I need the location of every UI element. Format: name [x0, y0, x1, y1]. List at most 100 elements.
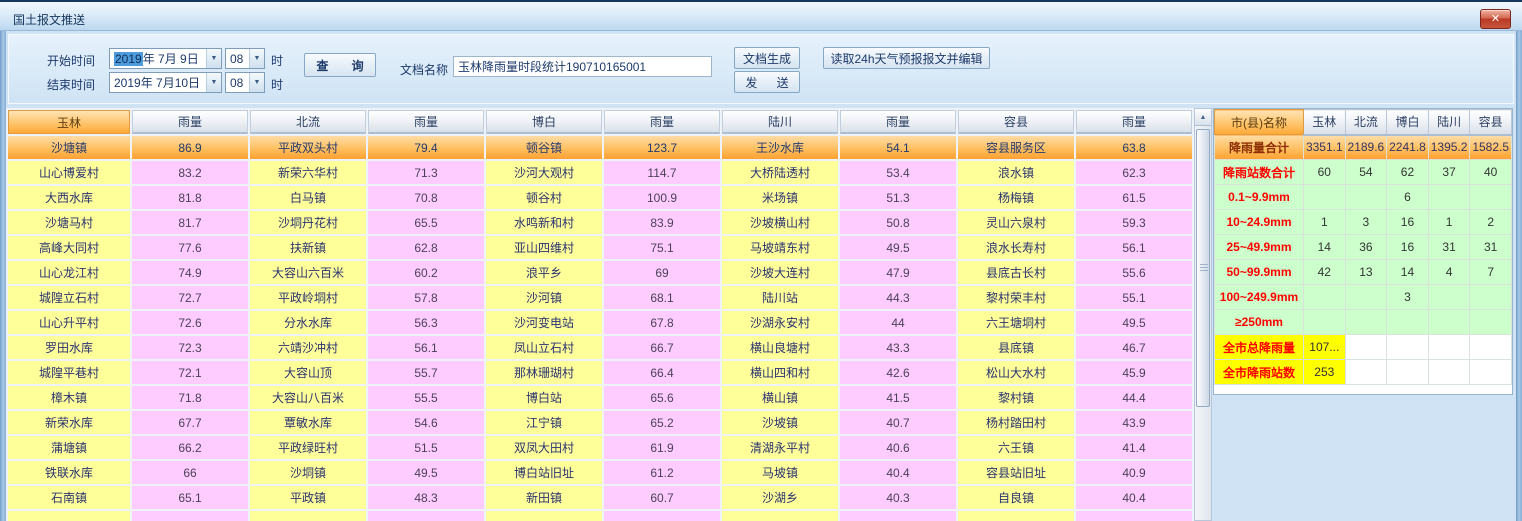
rain-value-cell[interactable] [840, 511, 956, 521]
station-name-cell[interactable] [250, 511, 366, 521]
rain-value-cell[interactable]: 55.1 [1076, 286, 1192, 309]
station-name-cell[interactable]: 沙塘镇 [8, 136, 130, 159]
rain-value-cell[interactable]: 72.6 [132, 311, 248, 334]
station-name-cell[interactable]: 马坡镇 [722, 461, 838, 484]
station-name-cell[interactable]: 覃敏水库 [250, 411, 366, 434]
table-row[interactable]: 山心博爱村83.2新荣六华村71.3沙河大观村114.7大桥陆透村53.4浪水镇… [8, 161, 1192, 184]
rain-value-cell[interactable]: 54.6 [368, 411, 484, 434]
rain-value-cell[interactable]: 71.8 [132, 386, 248, 409]
rain-value-cell[interactable]: 62.8 [368, 236, 484, 259]
summary-row[interactable]: 降雨站数合计6054623740 [1215, 160, 1512, 185]
station-name-cell[interactable]: 沙河大观村 [486, 161, 602, 184]
station-name-cell[interactable]: 山心升平村 [8, 311, 130, 334]
station-name-cell[interactable]: 亚山四维村 [486, 236, 602, 259]
table-row[interactable]: 城隍平巷村72.1大容山顶55.7那林珊瑚村66.4横山四和村42.6松山大水村… [8, 361, 1192, 384]
station-name-cell[interactable]: 樟木镇 [8, 386, 130, 409]
column-header-rain[interactable]: 雨量 [604, 110, 720, 134]
station-name-cell[interactable]: 铁联水库 [8, 461, 130, 484]
rain-value-cell[interactable] [1076, 511, 1192, 521]
column-header-rain[interactable]: 雨量 [1076, 110, 1192, 134]
station-name-cell[interactable]: 沙湖乡 [722, 486, 838, 509]
rain-value-cell[interactable]: 57.8 [368, 286, 484, 309]
summary-row[interactable]: 0.1~9.9mm6 [1215, 185, 1512, 210]
rain-value-cell[interactable] [368, 511, 484, 521]
scrollbar-thumb[interactable] [1196, 129, 1210, 407]
read-forecast-button[interactable]: 读取24h天气预报报文并编辑 [823, 47, 990, 69]
rain-value-cell[interactable]: 65.5 [368, 211, 484, 234]
station-name-cell[interactable]: 浪平乡 [486, 261, 602, 284]
rain-value-cell[interactable]: 66.7 [604, 336, 720, 359]
rain-value-cell[interactable]: 79.4 [368, 136, 484, 159]
station-name-cell[interactable]: 容县站旧址 [958, 461, 1074, 484]
summary-header-city[interactable]: 玉林 [1304, 110, 1346, 135]
station-name-cell[interactable] [958, 511, 1074, 521]
table-row[interactable]: 城隍立石村72.7平政岭垌村57.8沙河镇68.1陆川站44.3黎村荣丰村55.… [8, 286, 1192, 309]
rain-value-cell[interactable]: 44.3 [840, 286, 956, 309]
generate-doc-button[interactable]: 文档生成 [734, 47, 800, 69]
station-name-cell[interactable]: 城隍平巷村 [8, 361, 130, 384]
rain-value-cell[interactable]: 54.1 [840, 136, 956, 159]
rain-value-cell[interactable]: 56.3 [368, 311, 484, 334]
close-icon[interactable]: ✕ [1480, 9, 1511, 29]
station-name-cell[interactable]: 沙垌丹花村 [250, 211, 366, 234]
station-name-cell[interactable]: 顿谷镇 [486, 136, 602, 159]
station-name-cell[interactable]: 山心博爱村 [8, 161, 130, 184]
station-name-cell[interactable]: 新田镇 [486, 486, 602, 509]
station-name-cell[interactable]: 凤山立石村 [486, 336, 602, 359]
station-name-cell[interactable]: 马坡靖东村 [722, 236, 838, 259]
rain-value-cell[interactable]: 72.1 [132, 361, 248, 384]
chevron-down-icon[interactable]: ▼ [249, 73, 264, 92]
rain-value-cell[interactable]: 67.7 [132, 411, 248, 434]
rain-value-cell[interactable]: 55.5 [368, 386, 484, 409]
rain-value-cell[interactable]: 40.7 [840, 411, 956, 434]
rain-value-cell[interactable]: 74.9 [132, 261, 248, 284]
station-name-cell[interactable]: 平政双头村 [250, 136, 366, 159]
rain-value-cell[interactable]: 40.9 [1076, 461, 1192, 484]
station-name-cell[interactable]: 自良镇 [958, 486, 1074, 509]
rain-value-cell[interactable]: 61.5 [1076, 186, 1192, 209]
station-name-cell[interactable]: 六王塘垌村 [958, 311, 1074, 334]
rain-value-cell[interactable]: 68.1 [604, 286, 720, 309]
rain-value-cell[interactable] [604, 511, 720, 521]
table-row[interactable]: 大西水库81.8白马镇70.8顿谷村100.9米场镇51.3杨梅镇61.5 [8, 186, 1192, 209]
rain-value-cell[interactable]: 69 [604, 261, 720, 284]
rain-value-cell[interactable]: 65.1 [132, 486, 248, 509]
summary-header-city[interactable]: 陆川 [1428, 110, 1470, 135]
station-name-cell[interactable]: 县底古长村 [958, 261, 1074, 284]
station-name-cell[interactable]: 沙河变电站 [486, 311, 602, 334]
rain-value-cell[interactable]: 65.2 [604, 411, 720, 434]
station-name-cell[interactable] [486, 511, 602, 521]
summary-row[interactable]: 50~99.9mm42131447 [1215, 260, 1512, 285]
station-name-cell[interactable]: 沙坡大连村 [722, 261, 838, 284]
table-row[interactable]: 高峰大同村77.6扶新镇62.8亚山四维村75.1马坡靖东村49.5浪水长寿村5… [8, 236, 1192, 259]
station-name-cell[interactable]: 沙坡镇 [722, 411, 838, 434]
rain-value-cell[interactable]: 49.5 [368, 461, 484, 484]
rain-value-cell[interactable]: 55.7 [368, 361, 484, 384]
station-name-cell[interactable]: 水鸣新和村 [486, 211, 602, 234]
rain-value-cell[interactable]: 45.9 [1076, 361, 1192, 384]
summary-header-label[interactable]: 市(县)名称 [1215, 110, 1304, 135]
rain-value-cell[interactable]: 44.4 [1076, 386, 1192, 409]
table-row[interactable]: 樟木镇71.8大容山八百米55.5博白站65.6横山镇41.5黎村镇44.4 [8, 386, 1192, 409]
rain-value-cell[interactable]: 41.4 [1076, 436, 1192, 459]
station-name-cell[interactable]: 平政岭垌村 [250, 286, 366, 309]
table-row[interactable] [8, 511, 1192, 521]
station-name-cell[interactable]: 新荣水库 [8, 411, 130, 434]
station-name-cell[interactable]: 平政绿旺村 [250, 436, 366, 459]
station-name-cell[interactable]: 高峰大同村 [8, 236, 130, 259]
rain-value-cell[interactable]: 66 [132, 461, 248, 484]
column-header-rain[interactable]: 雨量 [132, 110, 248, 134]
rain-value-cell[interactable]: 72.3 [132, 336, 248, 359]
end-hour-combo[interactable]: 08 ▼ [225, 72, 265, 93]
rain-value-cell[interactable]: 75.1 [604, 236, 720, 259]
rain-value-cell[interactable]: 40.3 [840, 486, 956, 509]
rain-value-cell[interactable]: 51.3 [840, 186, 956, 209]
rain-value-cell[interactable]: 100.9 [604, 186, 720, 209]
station-name-cell[interactable]: 顿谷村 [486, 186, 602, 209]
rain-value-cell[interactable]: 61.9 [604, 436, 720, 459]
station-name-cell[interactable]: 蒲塘镇 [8, 436, 130, 459]
station-name-cell[interactable]: 大桥陆透村 [722, 161, 838, 184]
station-name-cell[interactable]: 石南镇 [8, 486, 130, 509]
station-name-cell[interactable]: 分水水库 [250, 311, 366, 334]
station-name-cell[interactable]: 县底镇 [958, 336, 1074, 359]
